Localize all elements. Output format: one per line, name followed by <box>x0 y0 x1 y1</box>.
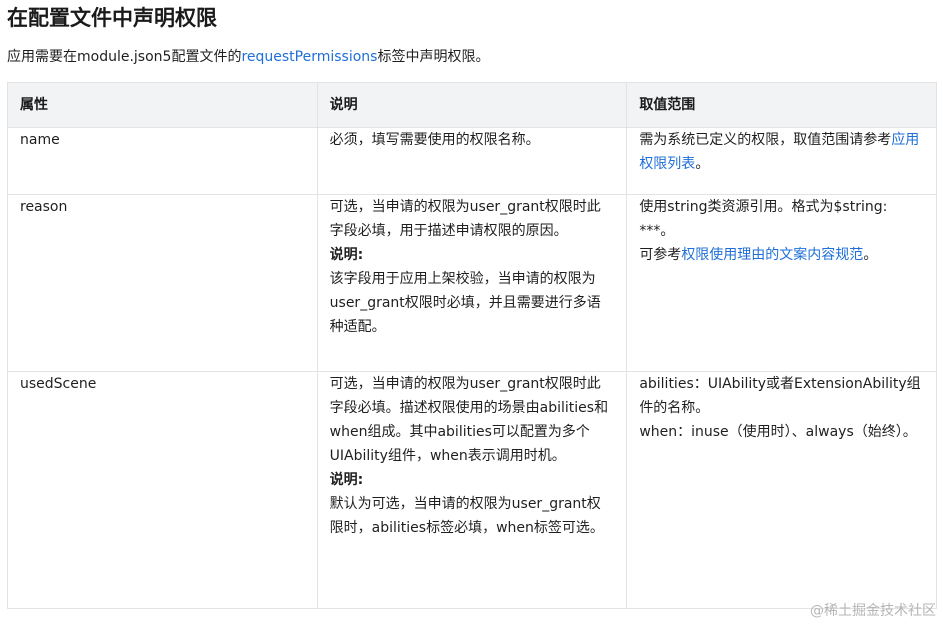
range-reason-line1: 使用string类资源引用。格式为$string: ***。 <box>639 199 888 239</box>
table-row-reason: reason 可选，当申请的权限为user_grant权限时此字段必填，用于描述… <box>7 194 937 372</box>
desc-reason-text: 可选，当申请的权限为user_grant权限时此字段必填，用于描述申请权限的原因… <box>329 199 601 239</box>
header-value-range: 取值范围 <box>626 82 937 128</box>
page-title: 在配置文件中声明权限 <box>7 6 217 30</box>
cell-desc-reason: 可选，当申请的权限为user_grant权限时此字段必填，用于描述申请权限的原因… <box>316 194 628 372</box>
note-reason-text: 该字段用于应用上架校验，当申请的权限为user_grant权限时必填，并且需要进… <box>329 271 601 335</box>
cell-attr-reason: reason <box>7 194 318 372</box>
cell-desc-name: 必须，填写需要使用的权限名称。 <box>316 127 628 195</box>
note-label-usedscene: 说明: <box>329 472 364 488</box>
permissions-table: 属性 说明 取值范围 name 必须，填写需要使用的权限名称。 需为系统已定义的… <box>7 82 937 609</box>
desc-usedscene-text: 可选，当申请的权限为user_grant权限时此字段必填。描述权限使用的场景由a… <box>329 376 609 464</box>
intro-prefix: 应用需要在module.json5配置文件的 <box>7 49 242 65</box>
note-label-reason: 说明: <box>329 247 364 263</box>
range-reason-prefix: 可参考 <box>639 247 682 263</box>
table-row-name: name 必须，填写需要使用的权限名称。 需为系统已定义的权限，取值范围请参考应… <box>7 127 937 195</box>
cell-desc-usedscene: 可选，当申请的权限为user_grant权限时此字段必填。描述权限使用的场景由a… <box>316 371 628 609</box>
cell-range-usedscene: abilities：UIAbility或者ExtensionAbility组件的… <box>626 371 937 609</box>
cell-attr-usedscene: usedScene <box>7 371 318 609</box>
table-row-usedscene: usedScene 可选，当申请的权限为user_grant权限时此字段必填。描… <box>7 371 937 609</box>
range-usedscene-line2: when：inuse（使用时）、always（始终）。 <box>639 424 917 440</box>
table-header-row: 属性 说明 取值范围 <box>7 82 937 128</box>
intro-suffix: 标签中声明权限。 <box>377 49 490 65</box>
request-permissions-link[interactable]: requestPermissions <box>241 49 377 65</box>
permission-reason-guideline-link[interactable]: 权限使用理由的文案内容规范 <box>681 247 863 263</box>
range-reason-line2: 可参考权限使用理由的文案内容规范。 <box>639 243 924 267</box>
range-name-suffix: 。 <box>695 156 710 172</box>
cell-range-name: 需为系统已定义的权限，取值范围请参考应用权限列表。 <box>626 127 937 195</box>
cell-range-reason: 使用string类资源引用。格式为$string: ***。 可参考权限使用理由… <box>626 194 937 372</box>
header-description: 说明 <box>316 82 628 128</box>
header-attribute: 属性 <box>7 82 318 128</box>
range-usedscene-line1: abilities：UIAbility或者ExtensionAbility组件的… <box>639 376 921 416</box>
cell-attr-name: name <box>7 127 318 195</box>
watermark: @稀土掘金技术社区 <box>810 603 936 619</box>
range-reason-suffix: 。 <box>863 247 878 263</box>
note-usedscene-text: 默认为可选，当申请的权限为user_grant权限时，abilities标签必填… <box>329 496 604 536</box>
range-name-prefix: 需为系统已定义的权限，取值范围请参考 <box>639 132 892 148</box>
intro-text: 应用需要在module.json5配置文件的requestPermissions… <box>7 47 489 67</box>
